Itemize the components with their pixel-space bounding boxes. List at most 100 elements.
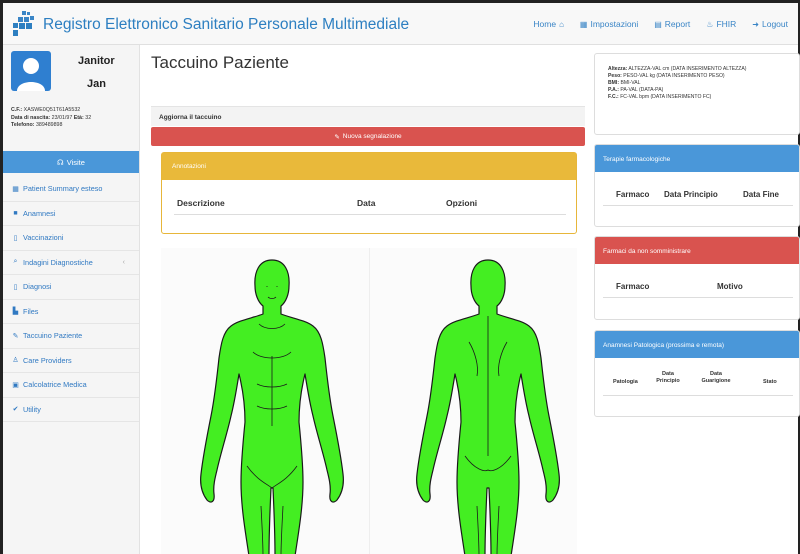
avatar[interactable] [11,51,51,91]
stethoscope-icon: ☊ [57,157,64,167]
logout-icon: ➜ [752,19,759,29]
nav-impostazioni-label: Impostazioni [590,19,639,29]
col-stato: Stato [763,379,777,385]
sidebar-item-indagini[interactable]: ⌕ Indagini Diagnostiche ‹ [3,251,139,275]
users-icon: ♙ [12,357,19,365]
new-report-button[interactable]: ✎ Nuova segnalazione [151,127,585,146]
app-logo-icon [13,11,34,36]
fc-label: F.C.: [608,93,619,100]
nav-fhir-label: FHIR [716,19,737,29]
therapies-panel: Terapie farmacologiche Farmaco Data Prin… [594,144,800,227]
nav-fhir-link[interactable]: ♨ FHIR [706,19,736,29]
sidebar-item-care-providers[interactable]: ♙ Care Providers [3,349,139,373]
nav-links: Home ⌂ ▦ Impostazioni ▤ Report ♨ FHIR ➜ Logou… [517,19,788,29]
col-motivo: Motivo [717,282,743,291]
pathology-history-panel: Anamnesi Patologica (prossima e remota) … [594,330,800,417]
sidebar-item-taccuino[interactable]: ✎ Taccuino Paziente [3,324,139,349]
dob-value: 23/01/97 [51,114,73,121]
do-not-administer-panel: Farmaci da non somministrare Farmaco Mot… [594,236,800,320]
body-back-figure[interactable] [413,256,563,554]
col-data: Data [357,198,376,208]
pa-label: P.A.: [608,86,619,93]
report-icon: ▤ [654,19,662,29]
col-data-guarigione: Data Guarigione [701,371,731,384]
sidebar-item-label: Vaccinazioni [23,233,64,243]
update-notebook-bar: Aggiorna il taccuino [151,106,585,126]
patient-info: C.F.: XASWE0Q51T61A5532 Data di nascita:… [11,107,139,130]
pathology-history-title: Anamnesi Patologica (prossima e remota) [595,331,799,358]
weight-value: PESO-VAL kg (DATA INSERIMENTO PESO) [623,72,725,79]
fhir-icon: ♨ [706,19,714,29]
sidebar-item-label: Indagini Diagnostiche [23,257,93,267]
sidebar-item-diagnosi[interactable]: ▯ Diagnosi [3,275,139,300]
sidebar-item-label: Diagnosi [23,282,52,292]
bmi-label: BMI: [608,79,620,86]
dob-label: Data di nascita: [11,114,51,121]
sidebar-item-label: Taccuino Paziente [23,331,83,341]
therapies-rule [603,205,793,206]
age-label: Età: [73,114,84,121]
nav-impostazioni-link[interactable]: ▦ Impostazioni [580,19,638,29]
phone-label: Telefono: [11,122,35,128]
book-icon: ■ [13,209,18,217]
fc-value: FC-VAL bpm (DATA INSERIMENTO FC) [620,93,712,100]
col-farmaco: Farmaco [616,282,650,291]
pathology-rule [603,395,793,396]
user-avatar-icon [17,58,45,91]
nav-report-link[interactable]: ▤ Report [654,19,690,29]
sidebar-item-anamnesi[interactable]: ■ Anamnesi [3,202,139,226]
cf-value: XASWE0Q51T61A5532 [23,107,81,113]
nav-home-label: Home [533,19,557,29]
weight-label: Peso: [608,72,622,79]
body-front-figure[interactable] [197,256,347,554]
annotations-header-row: Descrizione Data Opzioni [174,195,566,215]
pencil-icon: ✎ [334,133,340,141]
notebook-icon: ✎ [12,332,19,340]
user-last-name: Jan [87,78,106,90]
search-icon: ⌕ [13,258,18,266]
age-value: 32 [85,114,92,121]
do-not-administer-title: Farmaci da non somministrare [595,237,799,264]
sidebar-item-calcolatrice[interactable]: ▣ Calcolatrice Medica [3,373,139,398]
vitals-box: Altezza: ALTEZZA-VAL cm (DATA INSERIMENT… [594,53,800,135]
sidebar-item-label: Calcolatrice Medica [23,380,87,390]
nav-home-link[interactable]: Home ⌂ [533,19,564,29]
home-icon: ⌂ [559,19,564,29]
col-data-principio: Data Principio [656,371,680,384]
top-navbar: Registro Elettronico Sanitario Personale… [3,3,798,45]
sidebar-item-vaccinazioni[interactable]: ▯ Vaccinazioni [3,226,139,251]
visite-button[interactable]: ☊ Visite [3,151,139,173]
body-map [161,248,577,554]
calculator-icon: ▣ [12,381,19,389]
sidebar-item-files[interactable]: ▙ Files [3,300,139,324]
brand-title[interactable]: Registro Elettronico Sanitario Personale… [43,16,409,34]
user-first-name: Janitor [78,55,115,67]
bmi-value: BMI-VAL [620,79,641,86]
clipboard-icon: ▯ [13,283,18,291]
sidebar: Janitor Jan C.F.: XASWE0Q51T61A5532 Data… [3,45,140,554]
settings-icon: ▦ [579,19,588,29]
page-title: Taccuino Paziente [151,53,289,72]
col-data-principio: Data Principio [664,190,718,199]
sidebar-item-label: Utility [23,404,41,414]
height-value: ALTEZZA-VAL cm (DATA INSERIMENTO ALTEZZA… [628,66,747,72]
sidebar-menu: ▦ Patient Summary esteso ■ Anamnesi ▯ Vacci… [3,177,139,422]
pa-value: PA-VAL (DATA-PA) [620,86,664,93]
sidebar-item-label: Anamnesi [23,208,56,218]
sidebar-item-patient-summary[interactable]: ▦ Patient Summary esteso [3,177,139,202]
new-report-label: Nuova segnalazione [342,133,402,140]
sidebar-item-label: Patient Summary esteso [23,184,103,194]
phone-value: 389489898 [35,122,63,128]
visite-label: Visite [66,157,85,167]
sidebar-item-utility[interactable]: ✔ Utility [3,398,139,422]
annotations-panel: Annotazioni Descrizione Data Opzioni [161,152,577,234]
therapies-title: Terapie farmacologiche [595,145,799,172]
vitals-text: Altezza: ALTEZZA-VAL cm (DATA INSERIMENT… [608,66,798,101]
do-not-administer-rule [603,297,793,298]
nav-logout-link[interactable]: ➜ Logout [752,19,788,29]
file-icon: ▯ [13,234,18,242]
col-patologia: Patologia [613,379,638,385]
files-icon: ▙ [12,308,19,316]
chevron-left-icon: ‹ [122,258,125,266]
sidebar-item-label: Care Providers [23,355,72,365]
